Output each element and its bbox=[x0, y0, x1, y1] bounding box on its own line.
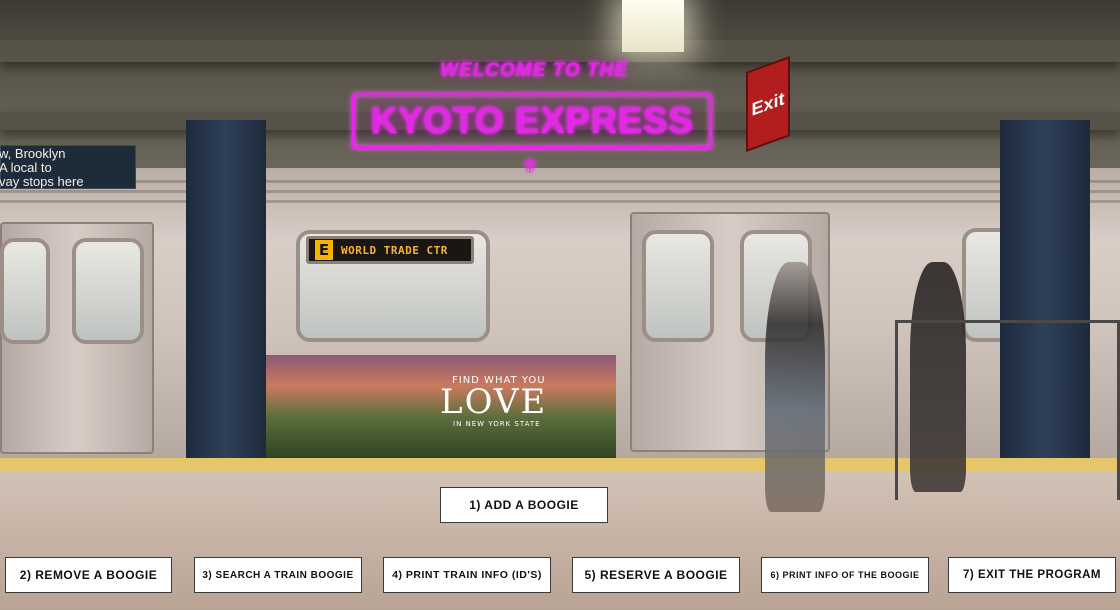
train-window bbox=[642, 230, 714, 342]
train-line-letter: E bbox=[315, 240, 333, 260]
station-sign: w, Brooklyn A local to vay stops here bbox=[0, 145, 136, 189]
print-train-info-button[interactable]: 4) PRINT TRAIN INFO (ID'S) bbox=[383, 557, 551, 593]
station-pillar bbox=[186, 120, 266, 490]
add-boogie-button[interactable]: 1) ADD A BOOGIE bbox=[440, 487, 608, 523]
fleur-de-lis-icon: ⚜ bbox=[520, 154, 540, 179]
train-destination-sign: E WORLD TRADE CTR bbox=[306, 236, 474, 264]
exit-sign: Exit bbox=[746, 55, 790, 153]
reserve-boogie-button[interactable]: 5) RESERVE A BOOGIE bbox=[572, 557, 740, 593]
app-title: KYOTO EXPRESS bbox=[370, 100, 694, 141]
welcome-text: WELCOME TO THE bbox=[440, 60, 628, 81]
train-window bbox=[72, 238, 144, 344]
ceiling-light bbox=[622, 0, 684, 52]
train-window bbox=[0, 238, 50, 344]
train-destination: WORLD TRADE CTR bbox=[341, 243, 448, 257]
print-boogie-info-button[interactable]: 6) PRINT INFO OF THE BOOGIE bbox=[761, 557, 929, 593]
station-sign-line: A local to bbox=[0, 160, 52, 175]
exit-sign-text: Exit bbox=[751, 87, 785, 120]
remove-boogie-button[interactable]: 2) REMOVE A BOOGIE bbox=[5, 557, 172, 593]
ad-footer: IN NEW YORK STATE bbox=[453, 420, 541, 428]
search-boogie-button[interactable]: 3) SEARCH A TRAIN BOOGIE bbox=[194, 557, 362, 593]
title-frame: KYOTO EXPRESS bbox=[352, 93, 712, 149]
commuter bbox=[765, 262, 825, 512]
ad-headline: LOVE bbox=[440, 382, 548, 422]
station-sign-line: vay stops here bbox=[0, 174, 84, 189]
ceiling-beam bbox=[0, 40, 1120, 62]
station-sign-line: w, Brooklyn bbox=[0, 146, 66, 161]
railing bbox=[895, 320, 1120, 500]
exit-program-button[interactable]: 7) EXIT THE PROGRAM bbox=[948, 557, 1116, 593]
